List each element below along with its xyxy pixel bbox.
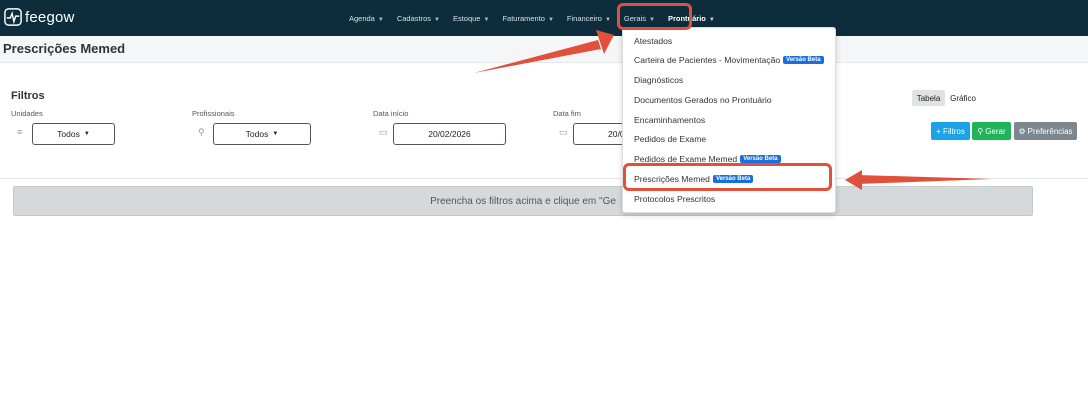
data-inicio-label: Data início xyxy=(373,109,409,118)
menu-item-documentos-gerados[interactable]: Documentos Gerados no Prontuário xyxy=(634,95,772,105)
menu-item-label: Prescrições Memed xyxy=(634,174,710,184)
grafico-toggle[interactable]: Gráfico xyxy=(948,90,978,106)
divider xyxy=(0,178,1088,179)
menu-item-label: Documentos Gerados no Prontuário xyxy=(634,95,772,105)
menu-item-label: Protocolos Prescritos xyxy=(634,194,716,204)
empty-state-notice: Preencha os filtros acima e clique em "G… xyxy=(13,186,1033,216)
gear-icon: ⚙ xyxy=(1018,126,1026,136)
caret-down-icon: ▼ xyxy=(604,16,611,23)
nav-agenda[interactable]: Agenda ▼ xyxy=(349,14,384,23)
nav-label: Gerais xyxy=(623,13,646,23)
filters-heading: Filtros xyxy=(11,90,45,102)
list-icon: ≡ xyxy=(17,127,23,137)
menu-item-label: Diagnósticos xyxy=(634,75,684,85)
menu-item-prescricoes-memed[interactable]: Prescrições Memed Versão Beta xyxy=(634,174,754,184)
nav-cadastros[interactable]: Cadastros ▼ xyxy=(397,14,440,23)
nav-financeiro[interactable]: Financeiro ▼ xyxy=(567,14,611,23)
unidades-value: Todos xyxy=(57,129,80,139)
menu-item-diagnosticos[interactable]: Diagnósticos xyxy=(634,75,683,85)
profissionais-select[interactable]: Todos ▼ xyxy=(213,123,311,145)
menu-item-pedidos-exame[interactable]: Pedidos de Exame xyxy=(634,134,706,144)
menu-item-label: Carteira de Pacientes - Movimentação xyxy=(634,55,781,65)
nav-label: Faturamento xyxy=(502,13,545,23)
nav-faturamento[interactable]: Faturamento ▼ xyxy=(502,14,553,23)
menu-item-encaminhamentos[interactable]: Encaminhamentos xyxy=(634,115,705,125)
gerar-label: Gerar xyxy=(985,126,1006,136)
menu-item-atestados[interactable]: Atestados xyxy=(634,36,672,46)
search-icon: ⚲ xyxy=(198,127,205,137)
calendar-icon: ▭ xyxy=(379,127,388,137)
profissionais-value: Todos xyxy=(245,129,269,139)
caret-down-icon: ▼ xyxy=(434,16,440,23)
page-header: Prescrições Memed xyxy=(0,36,1088,63)
logo-icon xyxy=(4,8,22,26)
menu-item-label: Encaminhamentos xyxy=(634,115,706,125)
beta-badge: Versão Beta xyxy=(740,155,781,163)
feegow-logo[interactable]: feegow xyxy=(4,8,75,26)
gerar-button[interactable]: ⚲ Gerar xyxy=(972,122,1011,140)
data-fim-label: Data fim xyxy=(553,109,581,118)
caret-down-icon: ▼ xyxy=(708,16,715,23)
caret-down-icon: ▼ xyxy=(377,16,384,23)
nav-label: Estoque xyxy=(452,13,481,23)
nav-label: Financeiro xyxy=(566,13,602,23)
caret-down-icon: ▼ xyxy=(272,131,279,137)
logo-text: feegow xyxy=(25,8,75,26)
nav-label: Cadastros xyxy=(396,13,431,23)
menu-item-carteira-pacientes[interactable]: Carteira de Pacientes - Movimentação Vers… xyxy=(634,55,824,65)
calendar-icon: ▭ xyxy=(559,127,568,137)
preferencias-button[interactable]: ⚙ Preferências xyxy=(1014,122,1077,140)
menu-item-label: Pedidos de Exame Memed xyxy=(634,154,738,164)
unidades-label: Unidades xyxy=(11,109,43,118)
beta-badge: Versão Beta xyxy=(712,175,754,183)
add-filters-button[interactable]: + Filtros xyxy=(931,122,970,140)
menu-item-protocolos-prescritos[interactable]: Protocolos Prescritos xyxy=(634,194,715,204)
prontuario-dropdown: Atestados Carteira de Pacientes - Movime… xyxy=(622,27,836,213)
nav-gerais[interactable]: Gerais ▼ xyxy=(624,14,655,23)
arrow-to-item xyxy=(858,175,992,184)
menu-item-label: Pedidos de Exame xyxy=(634,134,707,144)
menu-item-label: Atestados xyxy=(634,36,673,46)
unidades-select[interactable]: Todos ▼ xyxy=(32,123,115,145)
data-inicio-value: 20/02/2026 xyxy=(428,129,471,139)
data-inicio-input[interactable]: 20/02/2026 xyxy=(393,123,506,145)
caret-down-icon: ▼ xyxy=(483,16,490,23)
beta-badge: Versão Beta xyxy=(783,56,824,64)
nav-estoque[interactable]: Estoque ▼ xyxy=(453,14,489,23)
page-title: Prescrições Memed xyxy=(3,41,126,56)
preferencias-label: Preferências xyxy=(1027,126,1073,136)
caret-down-icon: ▼ xyxy=(547,16,554,23)
menu-item-pedidos-exame-memed[interactable]: Pedidos de Exame Memed Versão Beta xyxy=(634,154,781,164)
caret-down-icon: ▼ xyxy=(83,131,90,137)
search-icon: ⚲ xyxy=(977,126,984,136)
profissionais-label: Profissionais xyxy=(192,109,235,118)
top-navbar: feegow Agenda ▼ Cadastros ▼ Estoque ▼ Fatur… xyxy=(0,0,1088,36)
nav-prontuario[interactable]: Prontuário ▼ xyxy=(668,14,715,23)
tabela-toggle[interactable]: Tabela xyxy=(912,90,945,106)
nav-label: Agenda xyxy=(349,13,375,23)
nav-label: Prontuário xyxy=(667,13,706,23)
caret-down-icon: ▼ xyxy=(649,16,655,23)
